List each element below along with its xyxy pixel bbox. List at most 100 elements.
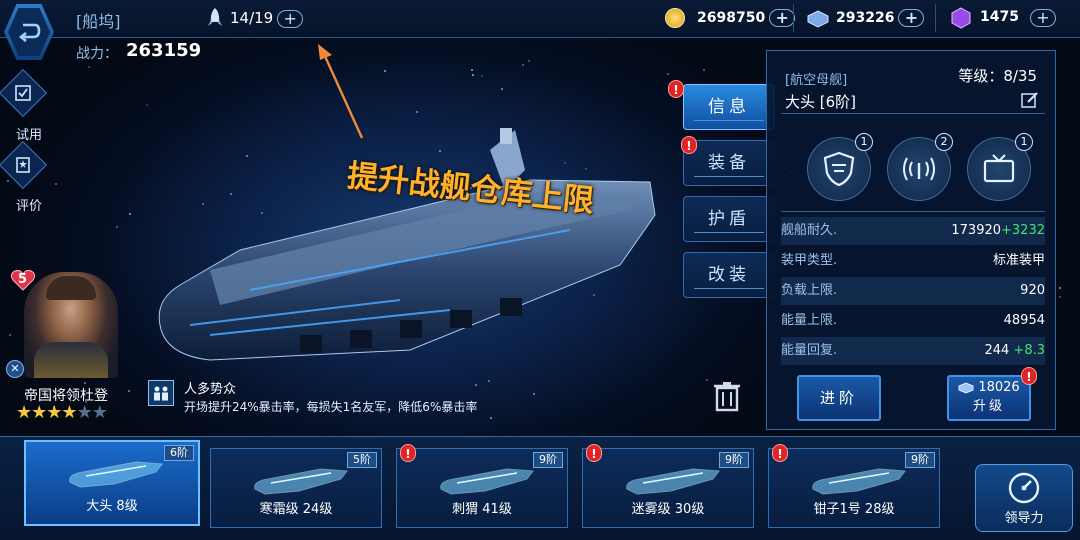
upgrade-label: 升级: [972, 399, 1005, 414]
info-alert-badge: !: [668, 80, 684, 98]
stat-label: 装甲类型.: [781, 253, 838, 268]
crystal-icon: [807, 10, 829, 28]
gem-amount: 1475: [980, 9, 1019, 25]
star-dot: [667, 73, 669, 75]
divider: [793, 4, 794, 32]
star-dot: [55, 183, 57, 185]
skill-description: 开场提升24%暴击率，每损失1名友军，降低6%暴击率: [184, 400, 478, 414]
ship-alert-badge: !: [772, 444, 788, 462]
commander-close-icon[interactable]: ✕: [6, 360, 24, 378]
leadership-label: 领导力: [1004, 511, 1044, 526]
durability-bonus: +3232: [1001, 223, 1045, 238]
commander-portrait[interactable]: [24, 272, 118, 378]
star-dot: [84, 382, 86, 384]
star-dot: [706, 379, 708, 381]
edit-icon[interactable]: [1021, 91, 1039, 109]
star-dot: [501, 88, 503, 90]
stat-label: 能量回复.: [781, 343, 838, 358]
star-filled-icon: ★: [31, 402, 47, 423]
star-dot: [490, 417, 492, 419]
ship-card-name: 寒霜级 24级: [259, 502, 333, 517]
skill-count-badge: 1: [1015, 133, 1033, 151]
star-dot: [128, 390, 130, 392]
commander-level: 5: [18, 272, 28, 287]
stat-row-durability: 舰船耐久. 173920+3232: [781, 217, 1045, 245]
tab-equipment-label: 装备: [708, 153, 750, 173]
upgrade-button[interactable]: 18026 升级: [947, 375, 1031, 421]
purple-gem-icon: [951, 7, 971, 29]
trash-icon[interactable]: [712, 380, 742, 412]
ship-card[interactable]: 9阶 刺猬 41级: [396, 448, 568, 528]
divider: [935, 4, 936, 32]
stat-row-armor-type: 装甲类型. 标准装甲: [781, 247, 1045, 275]
ship-alert-badge: !: [400, 444, 416, 462]
star-dot: [88, 66, 90, 68]
ship-tier-badge: 9阶: [719, 452, 749, 468]
ship-tier-badge: 5阶: [347, 452, 377, 468]
tab-modify[interactable]: 改装: [683, 252, 775, 298]
tab-info-label: 信息: [708, 97, 750, 117]
trial-label: 试用: [16, 128, 43, 143]
star-filled-icon: ★: [16, 402, 32, 423]
gold-coin-icon: [665, 8, 685, 28]
stat-row-energy-regen: 能量回复. 244 +8.3: [781, 337, 1045, 365]
speedometer-icon: [1008, 472, 1040, 504]
page-title: [船坞]: [76, 12, 121, 31]
star-dot: [471, 69, 473, 71]
ship-card[interactable]: 5阶寒霜级 24级: [210, 448, 382, 528]
ship-thumbnail: [626, 468, 720, 495]
crystal-amount: 293226 +: [836, 9, 925, 27]
star-dot: [129, 213, 131, 215]
ship-tier-badge: 6阶: [164, 445, 194, 461]
durability-value: 173920: [951, 223, 1002, 238]
ship-name: 大头 [6阶]: [785, 93, 857, 111]
regen-bonus: +8.3: [1013, 343, 1045, 358]
leadership-button[interactable]: 领导力: [975, 464, 1073, 532]
return-arrow-icon: [18, 23, 41, 43]
signal-icon: [903, 157, 935, 181]
gold-value: 2698750: [697, 10, 766, 26]
tab-shield[interactable]: 护盾: [683, 196, 775, 242]
star-dot: [472, 74, 474, 76]
stat-value: 标准装甲: [992, 253, 1045, 268]
stat-value: 48954: [1003, 313, 1045, 328]
star-dot: [416, 111, 418, 113]
stat-row-energy-cap: 能量上限. 48954: [781, 307, 1045, 335]
ship-level: 等级：8/35: [958, 67, 1037, 85]
tab-shield-label: 护盾: [708, 209, 750, 229]
add-gold-button[interactable]: +: [769, 9, 796, 27]
star-filled-icon: ★: [46, 402, 62, 423]
rating-card-icon: [16, 157, 30, 173]
advance-button[interactable]: 进阶: [797, 375, 881, 421]
star-filled-icon: ★: [61, 402, 77, 423]
star-dot: [9, 334, 11, 336]
ship-card-name: 大头 8级: [86, 499, 138, 514]
ship-card[interactable]: 9阶 钳子1号 28级: [768, 448, 940, 528]
regen-value: 244: [984, 343, 1010, 358]
checkbox-icon: [15, 85, 31, 101]
star-dot: [146, 104, 148, 106]
star-dot: [1059, 287, 1061, 289]
ship-tier-badge: 9阶: [533, 452, 563, 468]
ship-card[interactable]: 6阶大头 8级: [24, 440, 200, 526]
ship-type: [航空母舰]: [785, 73, 848, 88]
stat-value: 173920+3232: [951, 217, 1045, 245]
tab-modify-label: 改装: [708, 265, 750, 285]
upgrade-alert-badge: !: [1021, 367, 1037, 385]
ship-card-name: 钳子1号 28级: [813, 502, 895, 517]
star-empty-icon: ★: [76, 402, 93, 423]
equipment-alert-badge: !: [681, 136, 697, 154]
gold-amount: 2698750 +: [697, 9, 796, 27]
add-gem-button[interactable]: +: [1030, 9, 1056, 27]
commander-stars: ★★★★★★: [16, 402, 108, 423]
tab-info[interactable]: 信息: [683, 84, 775, 130]
dock-capacity: 14/19 +: [230, 9, 304, 28]
add-crystal-button[interactable]: +: [898, 9, 925, 27]
expand-dock-button[interactable]: +: [277, 9, 304, 28]
power-value: 263159: [126, 40, 202, 61]
stat-row-load: 负载上限. 920: [781, 277, 1045, 305]
ship-card[interactable]: 9阶 迷雾级 30级: [582, 448, 754, 528]
star-empty-icon: ★: [91, 402, 108, 423]
stat-value: 244 +8.3: [984, 337, 1045, 365]
rocket-icon: [208, 8, 222, 26]
